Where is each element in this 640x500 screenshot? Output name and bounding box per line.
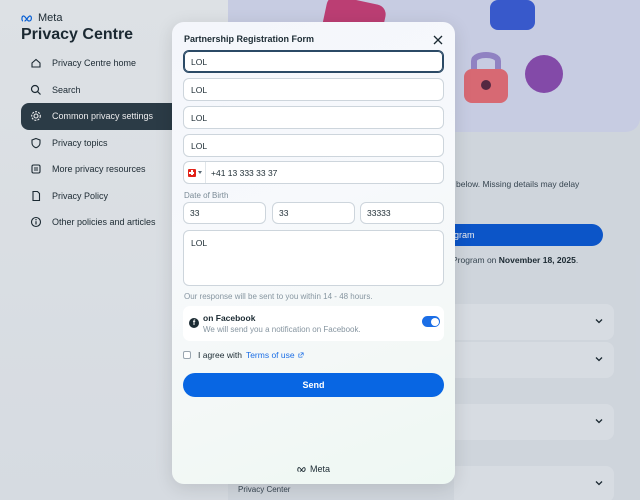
response-note: Our response will be sent to you within … [184,292,373,301]
notification-option: f on Facebook We will send you a notific… [183,306,444,341]
dob-month-field[interactable]: 33 [272,202,355,224]
facebook-icon: f [189,318,199,328]
form-field-2[interactable]: LOL [183,78,444,101]
form-field-3[interactable]: LOL [183,106,444,129]
terms-checkbox[interactable] [183,351,191,359]
dob-year-field[interactable]: 33333 [360,202,444,224]
swiss-flag-icon [187,168,196,177]
agree-prefix: I agree with [198,350,242,360]
modal-footer-logo: Meta [297,464,330,474]
notification-title: on Facebook [203,313,256,323]
external-link-icon [298,352,304,358]
terms-link-label: Terms of use [245,350,295,360]
form-field-1[interactable]: LOL [183,50,444,73]
meta-infinity-icon [297,466,306,472]
form-field-4[interactable]: LOL [183,134,444,157]
send-button[interactable]: Send [183,373,444,397]
terms-of-use-link[interactable]: Terms of use [246,350,304,360]
message-textarea[interactable]: LOL [183,230,444,286]
modal-title: Partnership Registration Form [184,34,315,44]
country-selector[interactable] [184,162,206,183]
toggle-knob [430,317,439,326]
caret-down-icon [197,171,202,174]
notification-subtitle: We will send you a notification on Faceb… [203,325,361,334]
close-icon [433,35,443,45]
phone-input-value[interactable]: +41 13 333 33 37 [206,168,277,178]
phone-field[interactable]: +41 13 333 33 37 [183,161,444,184]
dob-day-field[interactable]: 33 [183,202,266,224]
dob-label: Date of Birth [184,191,229,200]
notification-toggle[interactable] [422,316,440,327]
terms-agreement-row: I agree with Terms of use [183,350,304,360]
close-button[interactable] [430,32,446,48]
footer-logo-text: Meta [310,464,331,474]
